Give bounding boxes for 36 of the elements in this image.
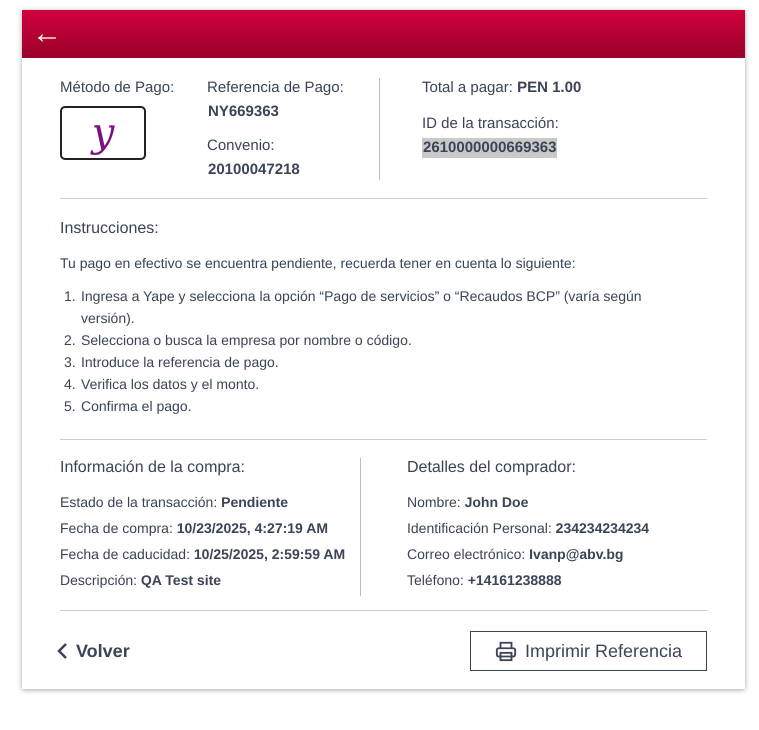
section-title: Información de la compra: bbox=[60, 458, 246, 478]
instruction-step: Ingresa a Yape y selecciona la opción “Pago de servicios” o “Recaudos BCP” (varía según versión). bbox=[81, 285, 661, 329]
detail-text: Estado de la transacción: Pendiente bbox=[60, 493, 290, 512]
detail-text: Identificación Personal: 234234234234 bbox=[407, 519, 650, 538]
printer-icon bbox=[494, 640, 517, 662]
total-text: Total a pagar: PEN 1.00 bbox=[422, 78, 582, 98]
step-number: 5. bbox=[64, 397, 77, 416]
instructions-intro: Tu pago en efectivo se encuentra pendiente, recuerda tener en cuenta lo siguiente: bbox=[60, 254, 577, 273]
instructions-title: Instrucciones: bbox=[60, 219, 160, 239]
agreement-value: 20100047218 bbox=[207, 160, 301, 180]
section-title: Detalles del comprador: bbox=[407, 458, 577, 478]
back-link[interactable]: Volver bbox=[56, 640, 130, 662]
instruction-step: Selecciona o busca la empresa por nombre o código. bbox=[81, 329, 412, 351]
detail-text: Fecha de caducidad: 10/25/2025, 2:59:59 AM bbox=[60, 545, 346, 564]
chevron-left-icon bbox=[56, 642, 68, 660]
reference-label: Referencia de Pago: bbox=[207, 78, 345, 98]
reference-value: NY669363 bbox=[207, 102, 280, 122]
instruction-step: Introduce la referencia de pago. bbox=[81, 351, 279, 373]
step-number: 4. bbox=[64, 375, 77, 394]
step-number: 3. bbox=[64, 353, 77, 372]
print-button[interactable]: Imprimir Referencia bbox=[470, 631, 707, 671]
back-button[interactable]: ← bbox=[28, 19, 66, 49]
transaction-label: ID de la transacción: bbox=[422, 114, 560, 134]
method-label: Método de Pago: bbox=[60, 78, 176, 98]
agreement-label: Convenio: bbox=[207, 136, 276, 156]
detail-text: Fecha de compra: 10/23/2025, 4:27:19 AM bbox=[60, 519, 329, 538]
detail-text: Descripción: QA Test site bbox=[60, 571, 222, 590]
detail-text: Correo electrónico: Ivanp@abv.bg bbox=[407, 545, 624, 564]
step-number: 2. bbox=[64, 331, 77, 350]
detail-text: Nombre: John Doe bbox=[407, 493, 530, 512]
transaction-id: 2610000000669363 bbox=[422, 138, 558, 158]
payment-logo: y bbox=[60, 106, 146, 160]
detail-text: Teléfono: +14161238888 bbox=[407, 571, 563, 590]
instruction-step: Confirma el pago. bbox=[81, 395, 192, 417]
step-number: 1. bbox=[64, 287, 77, 306]
instruction-step: Verifica los datos y el monto. bbox=[81, 373, 260, 395]
